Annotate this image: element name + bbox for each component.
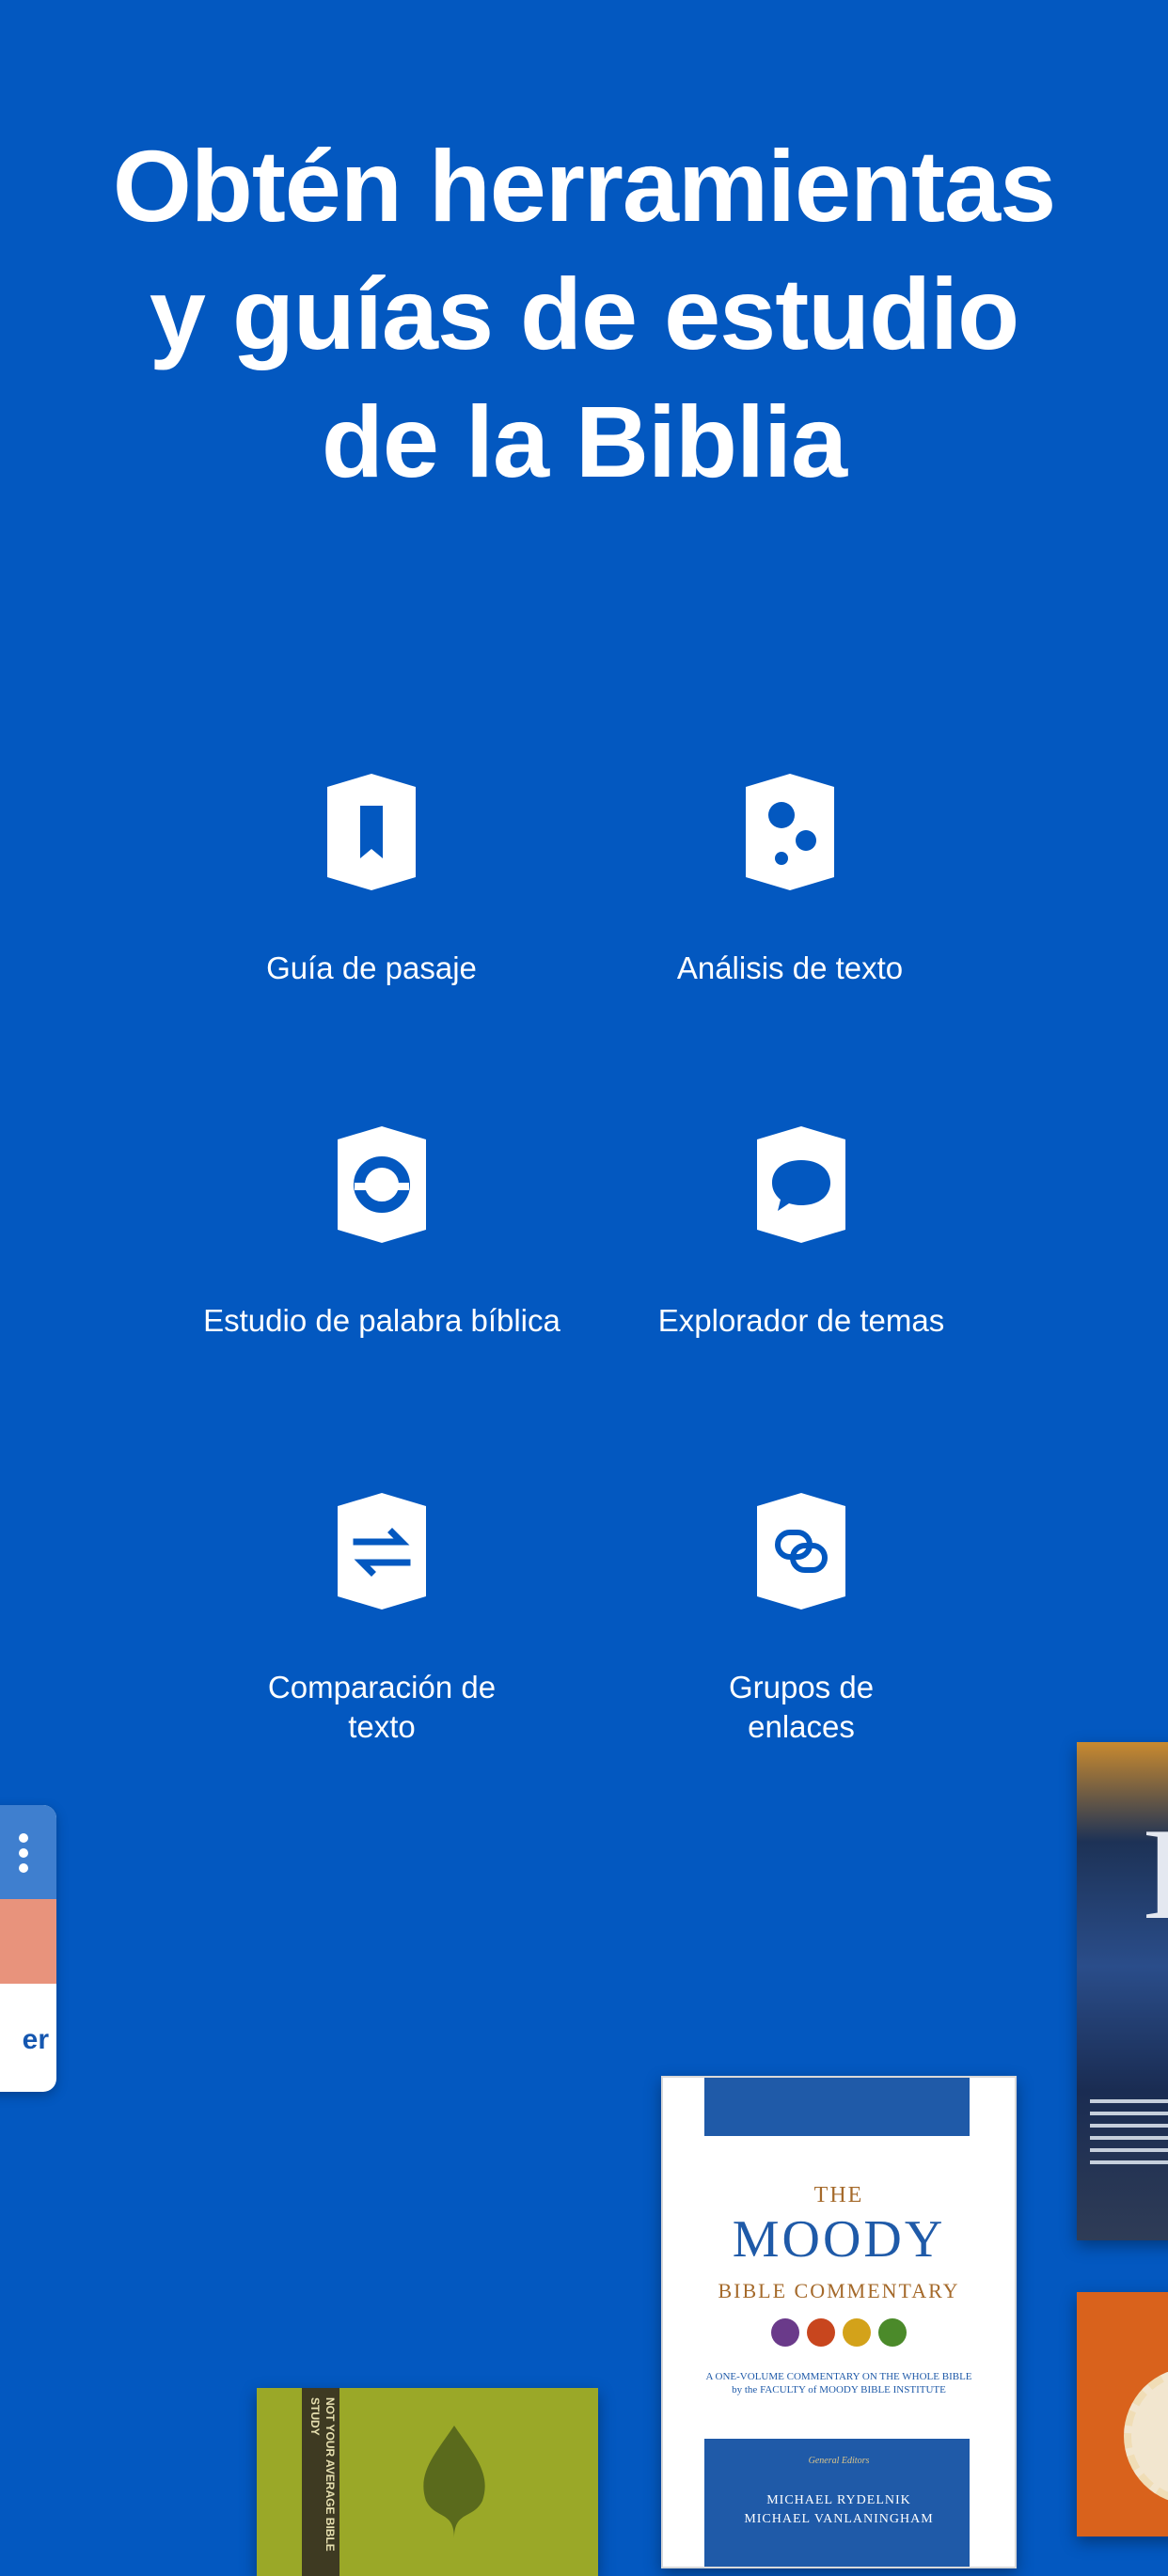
book-editor-2: MICHAEL VANLANINGHAM: [744, 2512, 934, 2526]
feature-comparacion-de-texto[interactable]: Comparación de texto: [184, 1493, 579, 1747]
book-cover-moody: THE MOODY BIBLE COMMENTARY A ONE-VOLUME …: [661, 2076, 1017, 2568]
book-editor-1: MICHAEL RYDELNIK: [766, 2493, 911, 2507]
book-spine-text: NOT YOUR AVERAGE BIBLE STUDY: [308, 2397, 337, 2552]
link-icon: [757, 1493, 845, 1610]
book-band-top: [704, 2078, 970, 2136]
feature-label-line-2: enlaces: [748, 1709, 855, 1744]
feature-label: Guía de pasaje: [266, 950, 477, 985]
feature-analisis-de-texto[interactable]: Análisis de texto: [592, 774, 987, 988]
headline-line-1: Obtén herramientas: [112, 129, 1056, 243]
page-headline: Obtén herramientas y guías de estudio de…: [0, 122, 1168, 506]
leaf-illustration: [423, 2426, 485, 2538]
preview-card-button-text: er: [22, 2024, 49, 2055]
book-tagline-2: by the FACULTY of MOODY BIBLE INSTITUTE: [732, 2384, 946, 2395]
book-letter-decoration: E: [1143, 1798, 1168, 1950]
feature-explorador-de-temas[interactable]: Explorador de temas: [604, 1126, 999, 1341]
book-seal: [1124, 2367, 1168, 2505]
feature-label-line-1: Grupos de: [728, 1670, 875, 1704]
feature-label: Grupos de enlaces: [604, 1668, 999, 1747]
preview-card-image: [0, 1899, 56, 1984]
book-cover-right-top: E: [1077, 1742, 1168, 2240]
book-text-lines: [1090, 2099, 1168, 2173]
feature-label-line-1: Comparación de: [267, 1670, 497, 1704]
book-cover-green: NOT YOUR AVERAGE BIBLE STUDY: [257, 2388, 598, 2576]
feature-grupos-de-enlaces[interactable]: Grupos de enlaces: [604, 1493, 999, 1747]
dots-analysis-icon: [746, 774, 834, 890]
bookmark-icon: [327, 774, 416, 890]
speech-bubble-icon: [757, 1126, 845, 1243]
headline-line-2: y guías de estudio: [149, 257, 1019, 370]
book-title: MOODY: [732, 2210, 946, 2269]
swap-arrows-icon: [338, 1493, 426, 1610]
feature-estudio-de-palabra[interactable]: Estudio de palabra bíblica: [184, 1126, 579, 1341]
headline-line-3: de la Biblia: [321, 385, 847, 498]
feature-label: Comparación de texto: [184, 1668, 579, 1747]
book-subtitle: BIBLE COMMENTARY: [718, 2279, 960, 2302]
feature-label: Explorador de temas: [657, 1303, 945, 1338]
feature-label: Análisis de texto: [676, 950, 904, 985]
book-globes: [663, 2318, 1015, 2351]
preview-card: er: [0, 1805, 56, 2092]
preview-card-header: [0, 1805, 56, 1899]
feature-label-line-2: texto: [348, 1709, 416, 1744]
book-tagline-1: A ONE-VOLUME COMMENTARY ON THE WHOLE BIB…: [705, 2371, 972, 2382]
more-options-icon: [19, 1833, 28, 1878]
book-editors-label: General Editors: [808, 2456, 870, 2466]
feature-guia-de-pasaje[interactable]: Guía de pasaje: [174, 774, 569, 988]
ring-study-icon: [338, 1126, 426, 1243]
book-cover-right-bottom: [1077, 2292, 1168, 2537]
book-the: THE: [813, 2183, 864, 2207]
feature-label: Estudio de palabra bíblica: [203, 1303, 560, 1338]
